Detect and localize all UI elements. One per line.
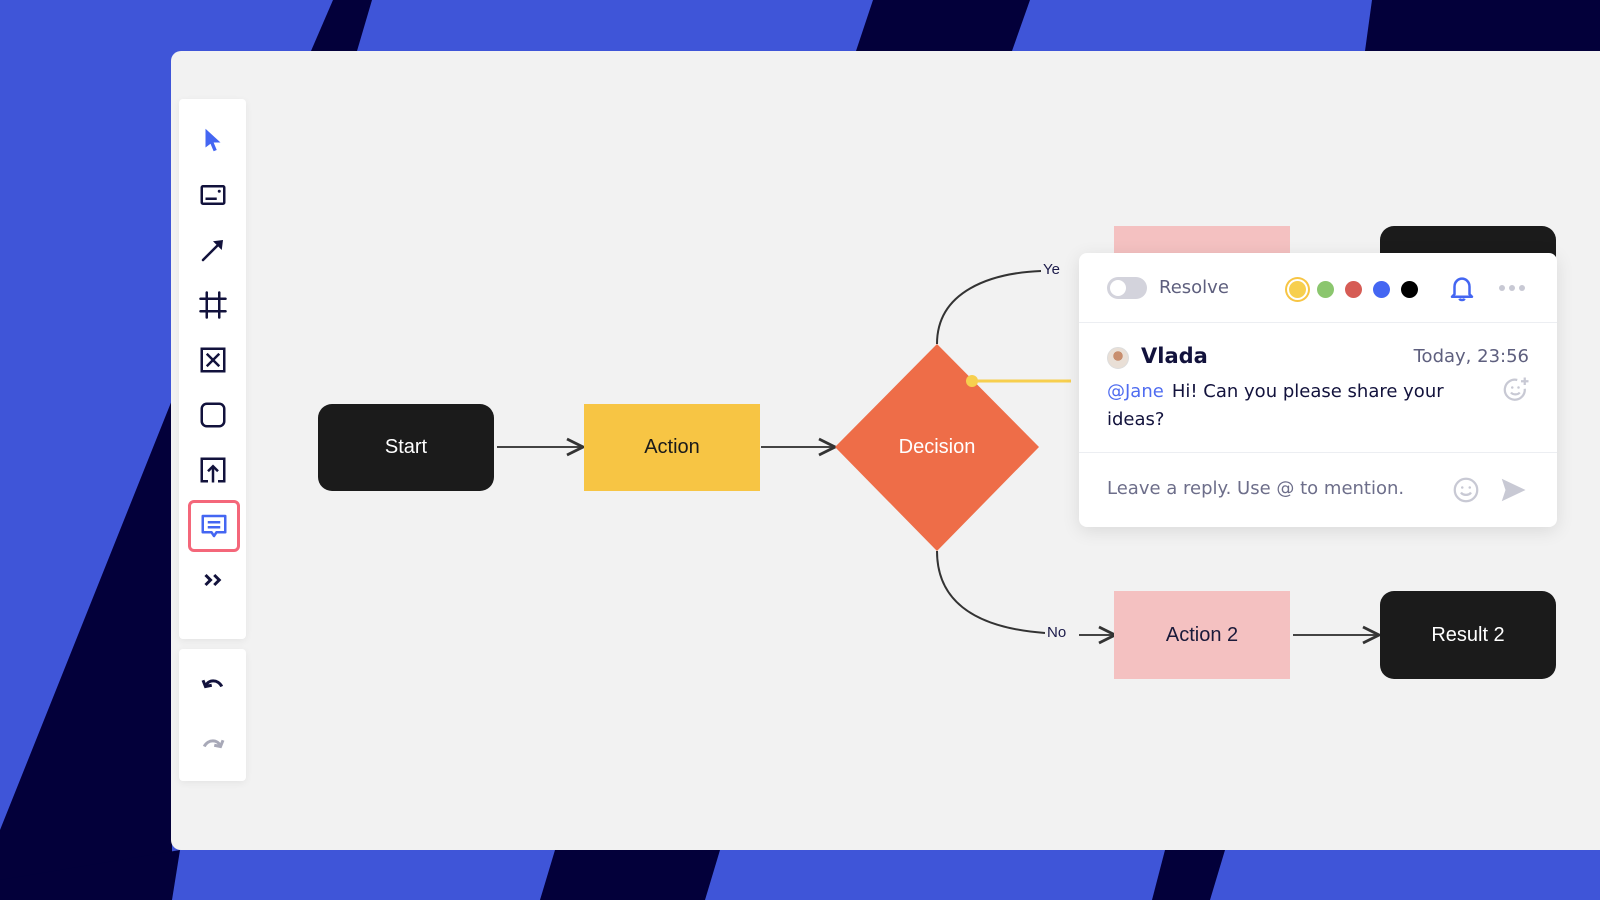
color-swatch-blue[interactable] <box>1373 281 1390 298</box>
edge-label-no: No <box>1045 624 1069 641</box>
edge-label-yes: Ye <box>1041 261 1062 278</box>
color-swatch-green[interactable] <box>1317 281 1334 298</box>
resolve-label: Resolve <box>1159 277 1229 298</box>
stripe <box>1365 0 1600 51</box>
stripe <box>856 0 1030 51</box>
color-swatch-yellow[interactable] <box>1289 281 1306 298</box>
reply-area <box>1079 453 1557 525</box>
comment-message: @Jane Hi! Can you please share your ideas… <box>1107 378 1467 434</box>
node-label: Decision <box>898 436 976 458</box>
node-label: Action <box>644 436 700 458</box>
node-label: Action 2 <box>1165 623 1239 646</box>
add-reaction-icon[interactable] <box>1501 375 1531 405</box>
more-options-button[interactable] <box>1497 275 1527 301</box>
stripe <box>540 850 720 900</box>
mention-link[interactable]: @Jane <box>1107 381 1164 402</box>
node-label: Result 2 <box>1431 623 1505 646</box>
node-start[interactable]: Start <box>318 404 494 491</box>
edge-decision-yes[interactable] <box>936 270 1042 345</box>
node-label: Start <box>384 436 428 458</box>
comment-header: Resolve <box>1079 253 1557 323</box>
color-swatch-black[interactable] <box>1401 281 1418 298</box>
node-action-2[interactable]: Action 2 <box>1114 591 1290 679</box>
node-result-2[interactable]: Result 2 <box>1380 591 1556 679</box>
comment-author: Vlada <box>1141 344 1208 368</box>
dot <box>1509 285 1515 291</box>
dot <box>1499 285 1505 291</box>
node-decision[interactable]: Decision <box>835 344 1039 551</box>
emoji-icon[interactable] <box>1451 475 1481 505</box>
avatar <box>1107 347 1129 369</box>
bell-icon[interactable] <box>1447 273 1477 303</box>
reply-input[interactable] <box>1107 471 1447 505</box>
comment-timestamp: Today, 23:56 <box>1413 346 1529 367</box>
node-action[interactable]: Action <box>584 404 760 491</box>
comment-thread: Vlada Today, 23:56 @Jane Hi! Can you plea… <box>1079 323 1557 453</box>
dot <box>1519 285 1525 291</box>
color-swatch-red[interactable] <box>1345 281 1362 298</box>
send-icon[interactable] <box>1497 475 1529 505</box>
comment-popup: Resolve Vlada Today, 23:56 @Jane Hi! Can … <box>1079 253 1557 527</box>
edge-decision-no[interactable] <box>936 550 1046 634</box>
resolve-toggle[interactable] <box>1107 277 1147 299</box>
